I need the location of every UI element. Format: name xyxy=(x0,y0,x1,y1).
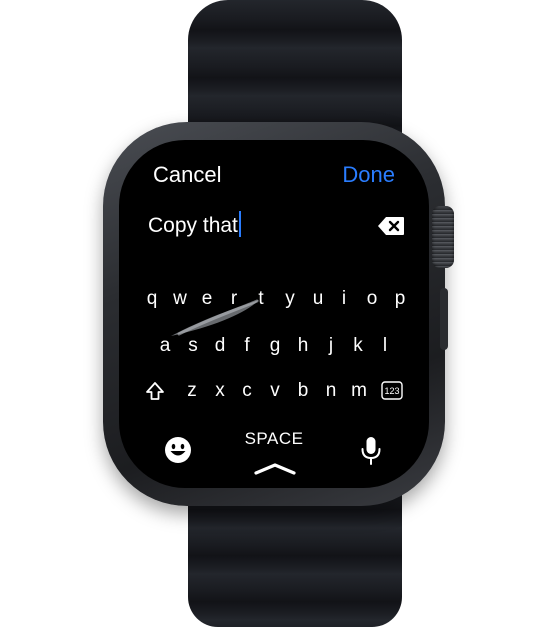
done-button[interactable]: Done xyxy=(342,162,395,188)
key-q[interactable]: q xyxy=(141,286,163,312)
key-y[interactable]: y xyxy=(279,286,301,312)
key-k[interactable]: k xyxy=(347,333,369,359)
key-j[interactable]: j xyxy=(320,333,342,359)
side-button[interactable] xyxy=(440,288,448,350)
apple-watch-mockup: Cancel Done Copy that q w e r t y u i o … xyxy=(0,0,557,627)
cancel-button[interactable]: Cancel xyxy=(153,162,221,188)
numbers-key[interactable]: 123 xyxy=(381,381,403,405)
numbers-key-frame: 123 xyxy=(381,381,403,400)
key-t[interactable]: t xyxy=(250,286,272,312)
key-d[interactable]: d xyxy=(209,333,231,359)
space-key[interactable]: SPACE xyxy=(119,429,429,449)
delete-backspace-icon xyxy=(378,217,404,235)
keyboard-row-1: q w e r t y u i o p xyxy=(119,286,429,312)
key-w[interactable]: w xyxy=(169,286,191,312)
key-c[interactable]: c xyxy=(236,378,258,404)
key-i[interactable]: i xyxy=(333,286,355,312)
chevron-up-icon[interactable] xyxy=(253,462,297,476)
key-h[interactable]: h xyxy=(292,333,314,359)
key-u[interactable]: u xyxy=(307,286,329,312)
key-r[interactable]: r xyxy=(223,286,245,312)
key-v[interactable]: v xyxy=(264,378,286,404)
key-p[interactable]: p xyxy=(389,286,411,312)
key-x[interactable]: x xyxy=(209,378,231,404)
key-e[interactable]: e xyxy=(196,286,218,312)
shift-key[interactable] xyxy=(145,381,165,406)
key-a[interactable]: a xyxy=(154,333,176,359)
text-cursor xyxy=(238,211,241,237)
key-f[interactable]: f xyxy=(236,333,258,359)
key-z[interactable]: z xyxy=(181,378,203,404)
numbers-key-label: 123 xyxy=(384,386,399,396)
key-n[interactable]: n xyxy=(320,378,342,404)
watch-screen: Cancel Done Copy that q w e r t y u i o … xyxy=(119,140,429,488)
key-b[interactable]: b xyxy=(292,378,314,404)
microphone-icon xyxy=(361,437,381,465)
key-s[interactable]: s xyxy=(182,333,204,359)
delete-key[interactable] xyxy=(377,216,405,236)
digital-crown[interactable] xyxy=(432,206,454,268)
keyboard-row-3: z x c v b n m 123 xyxy=(119,378,429,404)
key-m[interactable]: m xyxy=(348,378,370,404)
text-input-value: Copy that xyxy=(148,214,238,237)
key-o[interactable]: o xyxy=(361,286,383,312)
keyboard-row-2: a s d f g h j k l xyxy=(119,333,429,359)
text-input-field[interactable]: Copy that xyxy=(148,211,241,238)
key-l[interactable]: l xyxy=(374,333,396,359)
shift-arrow-icon xyxy=(146,382,164,400)
key-g[interactable]: g xyxy=(264,333,286,359)
dictation-key[interactable] xyxy=(360,436,382,471)
